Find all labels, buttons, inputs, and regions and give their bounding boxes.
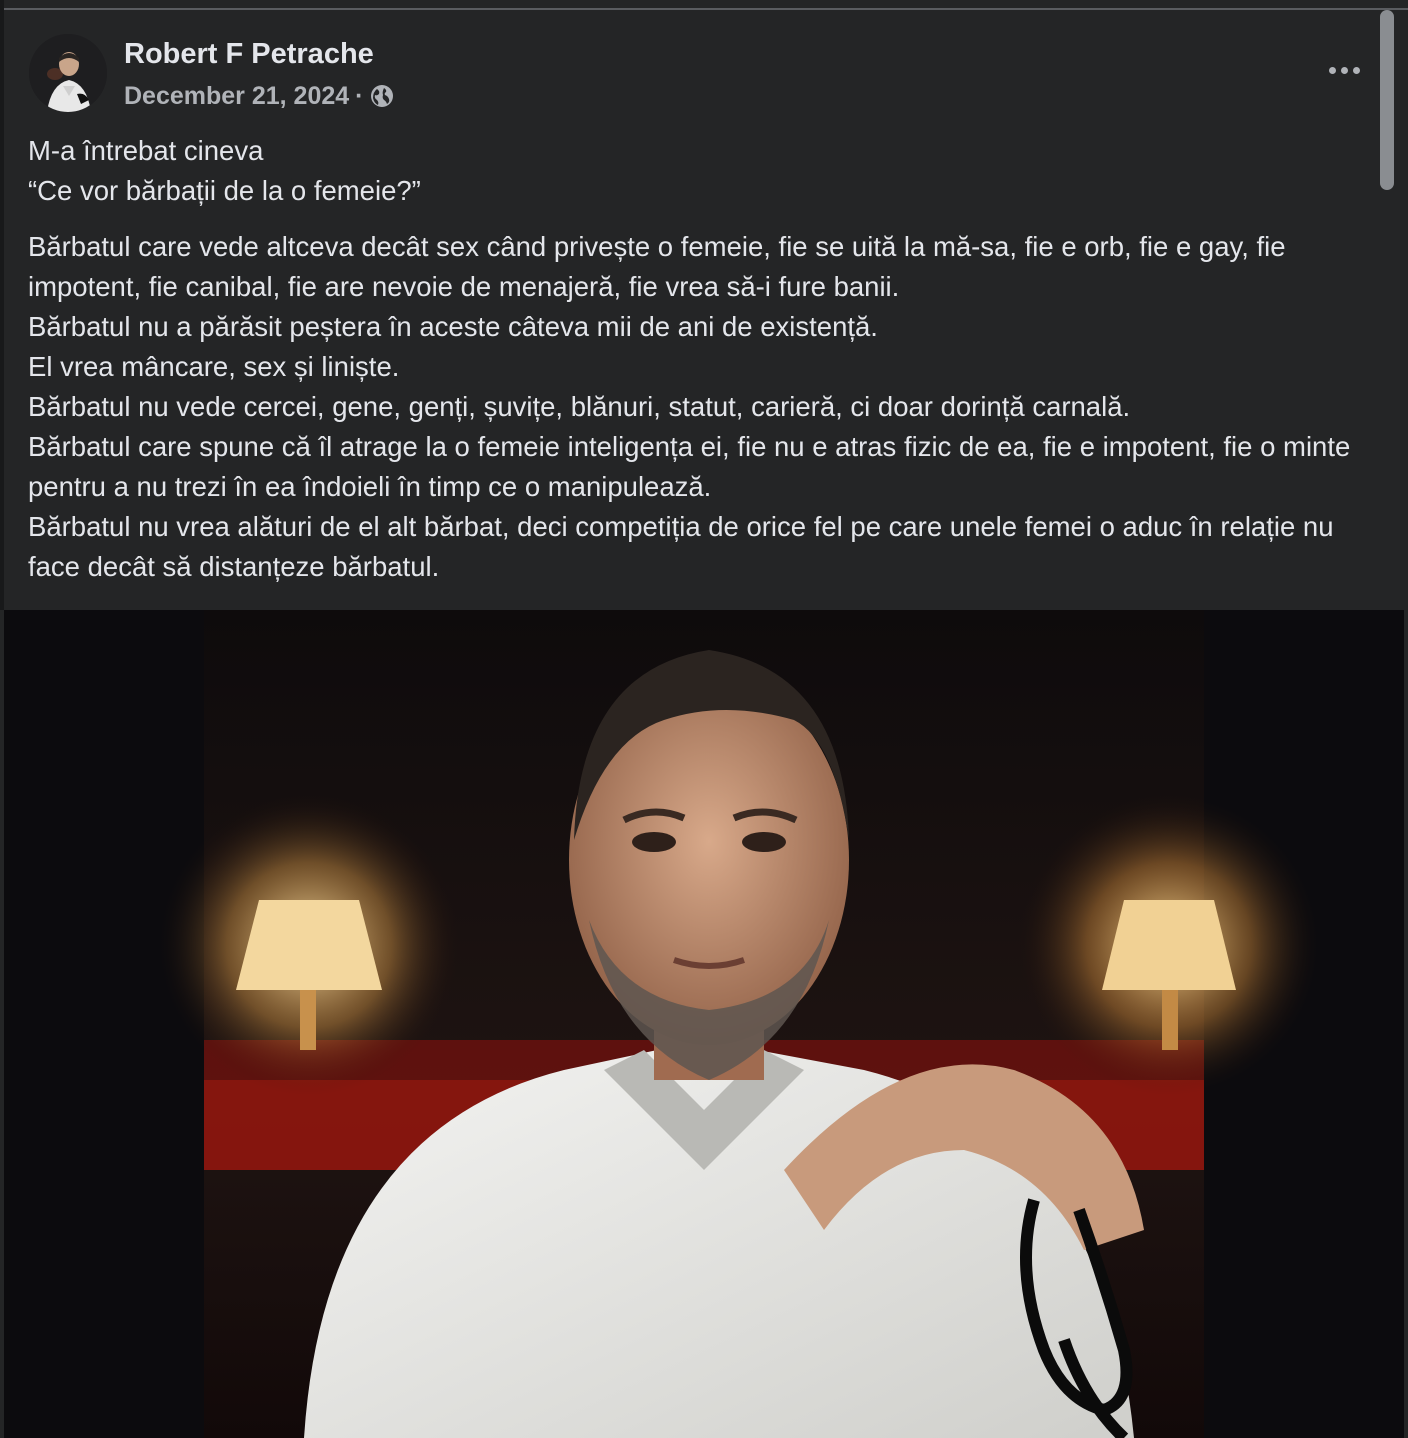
author-name[interactable]: Robert F Petrache xyxy=(124,38,374,71)
divider xyxy=(0,8,1408,10)
body-paragraph: Bărbatul care vede altceva decât sex cân… xyxy=(28,231,1286,302)
portrait-image xyxy=(4,610,1404,1438)
intro-line: “Ce vor bărbații de la o femeie?” xyxy=(28,175,421,206)
dot xyxy=(1340,66,1348,74)
body-paragraph: El vrea mâncare, sex și liniște. xyxy=(28,351,400,382)
body-paragraph: Bărbatul nu vede cercei, gene, genți, șu… xyxy=(28,391,1131,422)
avatar-image xyxy=(29,34,107,112)
facebook-post: Robert F Petrache December 21, 2024 · M-… xyxy=(0,0,1408,1438)
more-options-button[interactable] xyxy=(1322,58,1366,82)
avatar[interactable] xyxy=(29,34,107,112)
post-photo[interactable] xyxy=(4,610,1404,1438)
body-paragraph: Bărbatul nu vrea alături de el alt bărba… xyxy=(28,511,1334,582)
intro-line: M-a întrebat cineva xyxy=(28,135,264,166)
globe-icon[interactable] xyxy=(370,84,394,108)
body-paragraph: Bărbatul nu a părăsit peștera în aceste … xyxy=(28,311,878,342)
scrollbar-thumb[interactable] xyxy=(1380,10,1394,190)
post-text: M-a întrebat cineva “Ce vor bărbații de … xyxy=(28,131,1378,587)
post-date[interactable]: December 21, 2024 xyxy=(124,82,349,111)
post-meta: December 21, 2024 · xyxy=(124,81,394,111)
dot xyxy=(1352,66,1360,74)
dot xyxy=(1328,66,1336,74)
body-paragraph: Bărbatul care spune că îl atrage la o fe… xyxy=(28,431,1351,502)
meta-separator: · xyxy=(355,81,364,110)
page-edge xyxy=(0,0,4,610)
